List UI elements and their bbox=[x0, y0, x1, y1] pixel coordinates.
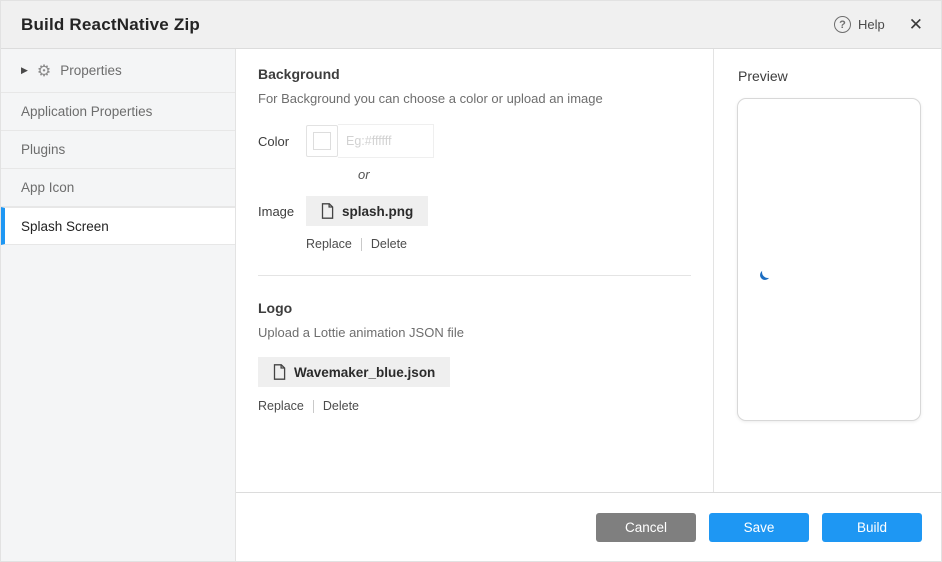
header-actions: ? Help ✕ bbox=[834, 16, 923, 33]
background-section-description: For Background you can choose a color or… bbox=[258, 91, 693, 106]
dialog-footer: Cancel Save Build bbox=[236, 492, 941, 561]
chevron-right-icon[interactable]: ▶ bbox=[21, 66, 28, 76]
sidebar-item-label: App Icon bbox=[21, 180, 74, 195]
background-image-filename: splash.png bbox=[342, 204, 413, 219]
image-label: Image bbox=[258, 204, 306, 219]
sidebar-properties-label: Properties bbox=[60, 63, 122, 78]
logo-delete-link[interactable]: Delete bbox=[323, 399, 359, 413]
preview-title: Preview bbox=[738, 68, 920, 84]
color-field-row: Color bbox=[258, 123, 693, 159]
sidebar-item-app-icon[interactable]: App Icon bbox=[1, 169, 235, 207]
sidebar-item-label: Plugins bbox=[21, 142, 65, 157]
link-divider bbox=[361, 238, 362, 251]
color-swatch bbox=[313, 132, 331, 150]
build-reactnative-dialog: Build ReactNative Zip ? Help ✕ ▶ ⚙ Prope… bbox=[0, 0, 942, 562]
logo-replace-link[interactable]: Replace bbox=[258, 399, 304, 413]
document-icon bbox=[321, 203, 334, 219]
logo-filename: Wavemaker_blue.json bbox=[294, 365, 435, 380]
dialog-body: ▶ ⚙ Properties Application Properties Pl… bbox=[1, 49, 941, 561]
help-icon[interactable]: ? bbox=[834, 16, 851, 33]
close-icon[interactable]: ✕ bbox=[909, 16, 923, 33]
splash-preview-frame bbox=[737, 98, 921, 421]
background-section-title: Background bbox=[258, 66, 693, 82]
image-field-row: Image splash.png bbox=[258, 196, 693, 226]
dialog-header: Build ReactNative Zip ? Help ✕ bbox=[1, 1, 941, 49]
document-icon bbox=[273, 364, 286, 380]
logo-actions: Replace Delete bbox=[258, 399, 693, 413]
dialog-title: Build ReactNative Zip bbox=[21, 15, 200, 35]
splash-screen-panel: Background For Background you can choose… bbox=[236, 49, 714, 492]
color-input[interactable] bbox=[338, 124, 434, 158]
color-label: Color bbox=[258, 134, 306, 149]
or-separator-label: or bbox=[358, 167, 693, 182]
gear-icon: ⚙ bbox=[37, 63, 51, 79]
color-control bbox=[306, 123, 434, 159]
cancel-button[interactable]: Cancel bbox=[596, 513, 696, 542]
color-swatch-button[interactable] bbox=[306, 125, 338, 157]
content-panels: Background For Background you can choose… bbox=[236, 49, 941, 492]
sidebar-item-label: Application Properties bbox=[21, 104, 152, 119]
image-actions: Replace Delete bbox=[306, 237, 693, 251]
image-replace-link[interactable]: Replace bbox=[306, 237, 352, 251]
sidebar-item-properties[interactable]: ▶ ⚙ Properties bbox=[1, 49, 235, 93]
background-image-chip[interactable]: splash.png bbox=[306, 196, 428, 226]
sidebar: ▶ ⚙ Properties Application Properties Pl… bbox=[1, 49, 236, 561]
sidebar-item-label: Splash Screen bbox=[21, 219, 109, 234]
save-button[interactable]: Save bbox=[709, 513, 809, 542]
logo-file-chip[interactable]: Wavemaker_blue.json bbox=[258, 357, 450, 387]
image-delete-link[interactable]: Delete bbox=[371, 237, 407, 251]
content-column: Background For Background you can choose… bbox=[236, 49, 941, 561]
build-button[interactable]: Build bbox=[822, 513, 922, 542]
sidebar-item-splash-screen[interactable]: Splash Screen bbox=[1, 207, 235, 245]
sidebar-item-application-properties[interactable]: Application Properties bbox=[1, 93, 235, 131]
lottie-crescent-icon bbox=[762, 266, 774, 278]
help-button[interactable]: ? Help bbox=[834, 16, 885, 33]
logo-section-title: Logo bbox=[258, 300, 693, 316]
sidebar-item-plugins[interactable]: Plugins bbox=[1, 131, 235, 169]
link-divider bbox=[313, 400, 314, 413]
help-label[interactable]: Help bbox=[858, 17, 885, 32]
preview-panel: Preview bbox=[714, 49, 941, 492]
logo-section-description: Upload a Lottie animation JSON file bbox=[258, 325, 693, 340]
logo-section: Logo Upload a Lottie animation JSON file… bbox=[258, 300, 693, 413]
section-divider bbox=[258, 275, 691, 276]
